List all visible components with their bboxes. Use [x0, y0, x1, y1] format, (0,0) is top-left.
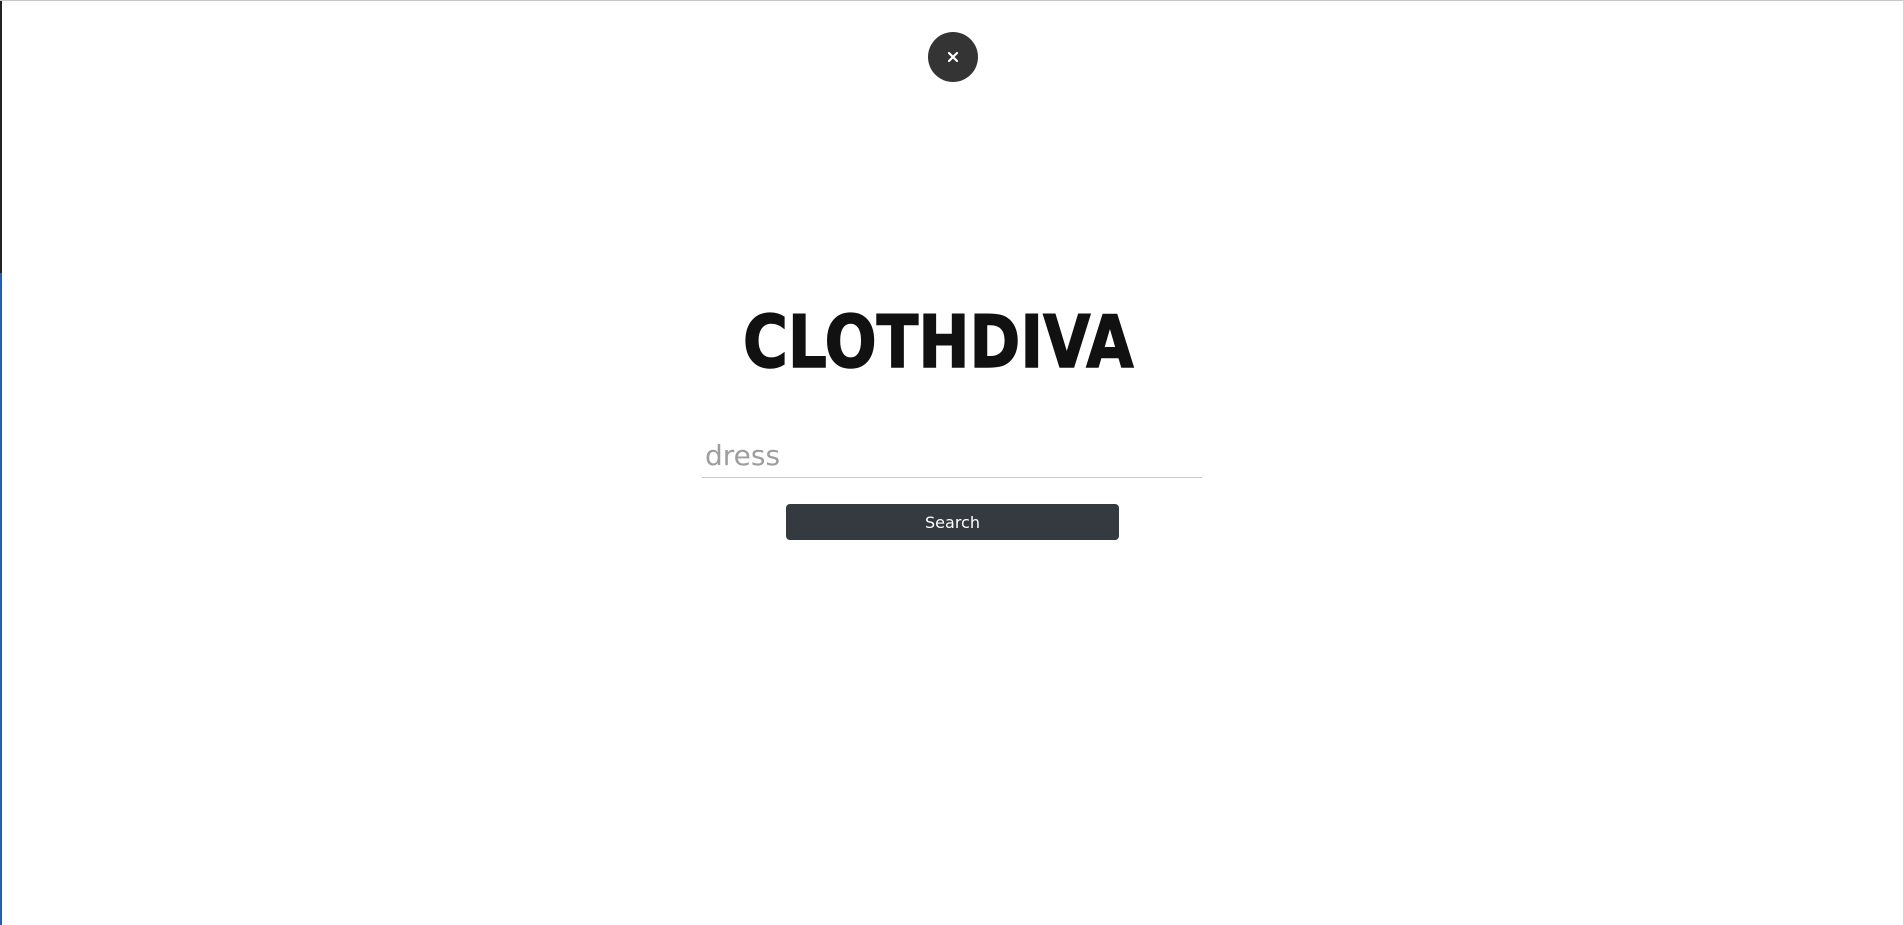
brand-logo: CLOTHDIVA — [740, 301, 1150, 375]
close-button[interactable] — [928, 32, 978, 82]
window-edge — [0, 1, 2, 273]
search-input[interactable] — [702, 434, 1202, 478]
search-button[interactable]: Search — [786, 504, 1119, 540]
search-button-label: Search — [925, 512, 980, 532]
brand-logo-text: CLOTHDIVA — [743, 301, 1134, 375]
search-overlay: CLOTHDIVA Search — [0, 0, 1903, 925]
window-edge-accent — [0, 273, 2, 925]
close-icon — [946, 50, 960, 64]
